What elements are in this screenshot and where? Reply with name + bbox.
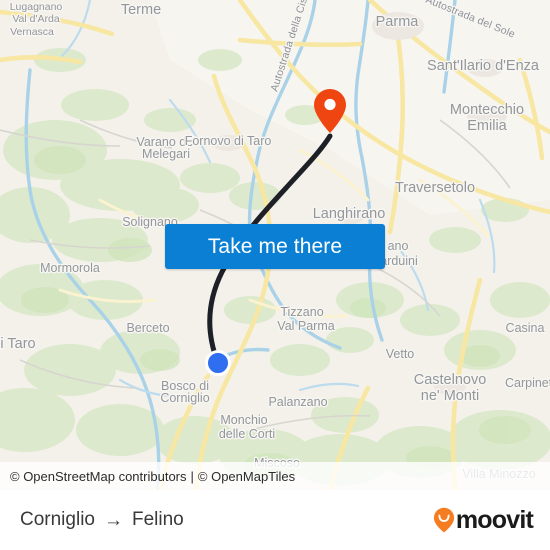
- footer-bar: Corniglio → Felino moovit: [0, 490, 550, 550]
- route-origin-label: Corniglio: [20, 509, 95, 530]
- take-me-there-button[interactable]: Take me there: [165, 224, 385, 269]
- route-summary: Corniglio → Felino: [0, 509, 184, 531]
- attribution-text: © OpenStreetMap contributors | © OpenMapTi…: [0, 469, 295, 484]
- openmaptiles-attribution-link[interactable]: © OpenMapTiles: [198, 469, 295, 484]
- moovit-pin-icon: [433, 507, 454, 533]
- moovit-wordmark: moovit: [455, 505, 534, 534]
- map-attribution-bar: © OpenStreetMap contributors | © OpenMapTi…: [0, 462, 550, 490]
- arrow-right-icon: →: [103, 509, 123, 531]
- moovit-logo[interactable]: moovit: [433, 506, 550, 535]
- map-viewport[interactable]: Lugagnano Val d'Arda Terme Vernasca Parma San…: [0, 0, 550, 490]
- osm-attribution-link[interactable]: © OpenStreetMap contributors: [10, 469, 187, 484]
- attribution-separator: |: [190, 468, 194, 484]
- route-destination-label: Felino: [131, 509, 184, 530]
- origin-dot-marker[interactable]: [205, 350, 231, 376]
- destination-pin-icon[interactable]: [313, 88, 347, 134]
- map-route-screen: Lugagnano Val d'Arda Terme Vernasca Parma San…: [0, 0, 550, 550]
